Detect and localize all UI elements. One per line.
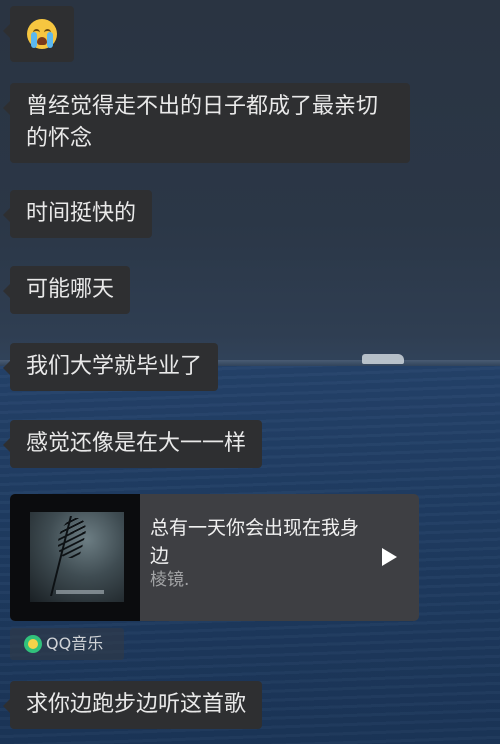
music-share-card[interactable]: 总有一天你会出现在我身边 棱镜.: [10, 494, 419, 621]
music-source-label: QQ音乐: [46, 634, 104, 653]
message-bubble[interactable]: 可能哪天: [2, 266, 131, 314]
message-bubble[interactable]: 求你边跑步边听这首歌: [2, 681, 263, 729]
music-source-tag[interactable]: QQ音乐: [10, 628, 124, 660]
background-boat: [362, 354, 404, 364]
message-bubble[interactable]: 我们大学就毕业了: [2, 343, 219, 391]
song-title: 总有一天你会出现在我身边: [150, 517, 360, 567]
qq-music-icon: [24, 635, 42, 653]
album-cover: [10, 494, 140, 621]
play-icon[interactable]: [382, 548, 397, 566]
message-bubble[interactable]: 时间挺快的: [2, 190, 153, 238]
album-cover-art: [30, 512, 124, 602]
message-bubble[interactable]: 曾经觉得走不出的日子都成了最亲切的怀念: [3, 83, 410, 163]
emoji-message-bubble[interactable]: [3, 6, 74, 62]
song-artist: 棱镜.: [150, 570, 190, 590]
crying-face-icon: [27, 19, 57, 49]
message-bubble[interactable]: 感觉还像是在大一一样: [2, 420, 263, 468]
